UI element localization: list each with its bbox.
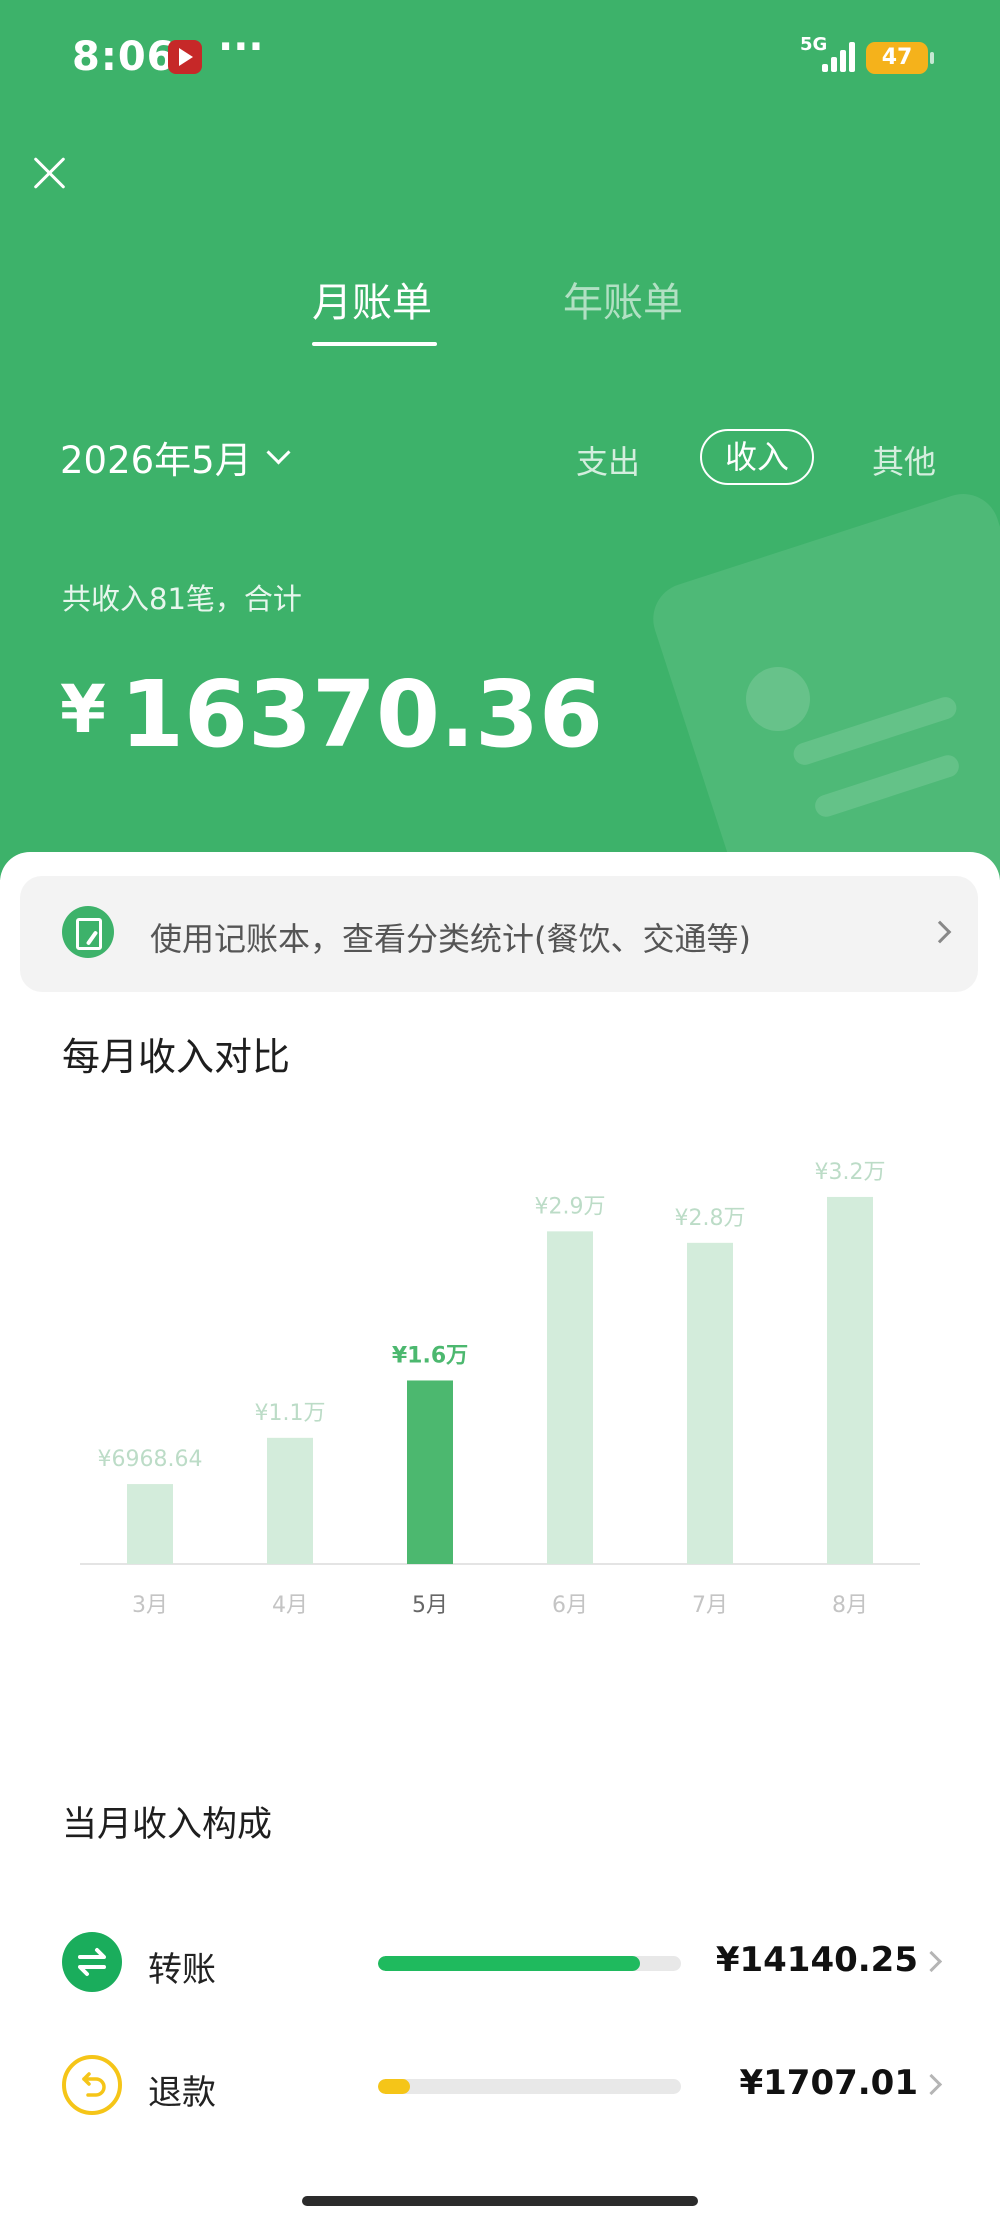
close-icon[interactable]: [26, 148, 74, 196]
income-type-name: 退款: [148, 2073, 216, 2113]
video-app-notification-icon: [168, 40, 202, 74]
total-income-amount: ¥16370.36: [60, 655, 603, 770]
income-share-fill: [378, 2079, 410, 2094]
chevron-down-icon: [266, 439, 291, 465]
chart-month-tick[interactable]: 6月: [552, 1593, 588, 1618]
refund-return-icon: [62, 2055, 122, 2115]
tab-yearly-bill[interactable]: 年账单: [563, 270, 683, 328]
chart-month-tick[interactable]: 5月: [412, 1593, 448, 1618]
bookkeeping-promo-banner[interactable]: 使用记账本，查看分类统计(餐饮、交通等): [20, 876, 978, 992]
chart-month-tick[interactable]: 4月: [272, 1593, 308, 1618]
chart-value-label: ¥1.1万: [255, 1401, 326, 1426]
income-share-bar: [378, 2079, 681, 2094]
decorative-receipt-card: [643, 484, 1000, 880]
chart-value-label: ¥1.6万: [392, 1343, 468, 1368]
income-type-amount: ¥14140.25: [715, 1940, 918, 1980]
chart-bar-7月[interactable]: [687, 1242, 733, 1564]
filter-other[interactable]: 其他: [872, 437, 936, 483]
monthly-income-bar-chart: ¥6968.64 3月 ¥1.1万 4月 ¥1.6万 5月 ¥2.9万 6月 ¥2.8万 7月 ¥3…: [80, 1160, 920, 1618]
income-row-refund[interactable]: 退款 ¥1707.01: [0, 2035, 1000, 2135]
income-summary: 共收入81笔，合计: [62, 582, 302, 616]
income-type-name: 转账: [148, 1950, 216, 1990]
chart-value-label: ¥2.8万: [675, 1206, 746, 1231]
chart-month-tick[interactable]: 7月: [692, 1593, 728, 1618]
filter-income[interactable]: 收入: [700, 429, 814, 485]
income-type-amount: ¥1707.01: [739, 2063, 918, 2103]
chart-bar-8月[interactable]: [827, 1196, 873, 1564]
battery-icon: 47: [866, 42, 934, 74]
status-time: 8:06: [72, 34, 176, 80]
income-composition-title: 当月收入构成: [62, 1805, 273, 1845]
battery-level: 47: [881, 45, 913, 70]
status-bar: 8:06 ··· 5G 47: [0, 0, 1000, 110]
tab-monthly-bill[interactable]: 月账单: [312, 270, 432, 328]
currency-symbol: ¥: [60, 671, 106, 748]
chart-bar-5月[interactable]: [407, 1380, 453, 1564]
bookkeeping-notebook-icon: [62, 906, 114, 958]
chart-value-label: ¥3.2万: [815, 1160, 886, 1185]
chart-bar-3月[interactable]: [127, 1484, 173, 1564]
monthly-comparison-title: 每月收入对比: [62, 1035, 291, 1079]
chart-bar-4月[interactable]: [267, 1437, 313, 1564]
signal-strength-icon: [822, 38, 862, 72]
active-tab-indicator: [312, 342, 437, 346]
income-row-transfer[interactable]: 转账 ¥14140.25: [0, 1912, 1000, 2012]
home-indicator[interactable]: [302, 2196, 698, 2206]
transfer-arrows-icon: [62, 1932, 122, 1992]
chart-bar-6月[interactable]: [547, 1231, 593, 1564]
decorative-dot: [746, 667, 810, 731]
chevron-right-icon: [928, 920, 952, 944]
chart-month-tick[interactable]: 8月: [832, 1593, 868, 1618]
chart-month-tick[interactable]: 3月: [132, 1593, 168, 1618]
chevron-right-icon: [920, 1950, 943, 1973]
chart-value-label: ¥2.9万: [535, 1194, 606, 1219]
income-share-fill: [378, 1956, 640, 1971]
chart-value-label: ¥6968.64: [98, 1447, 203, 1472]
more-notifications-icon: ···: [218, 24, 264, 70]
promo-text: 使用记账本，查看分类统计(餐饮、交通等): [150, 920, 751, 958]
chevron-right-icon: [920, 2073, 943, 2096]
selected-month: 2026年5月: [60, 439, 252, 482]
income-share-bar: [378, 1956, 681, 1971]
month-picker[interactable]: 2026年5月: [60, 430, 291, 484]
total-income-value: 16370.36: [119, 661, 603, 768]
filter-expense[interactable]: 支出: [576, 437, 640, 483]
